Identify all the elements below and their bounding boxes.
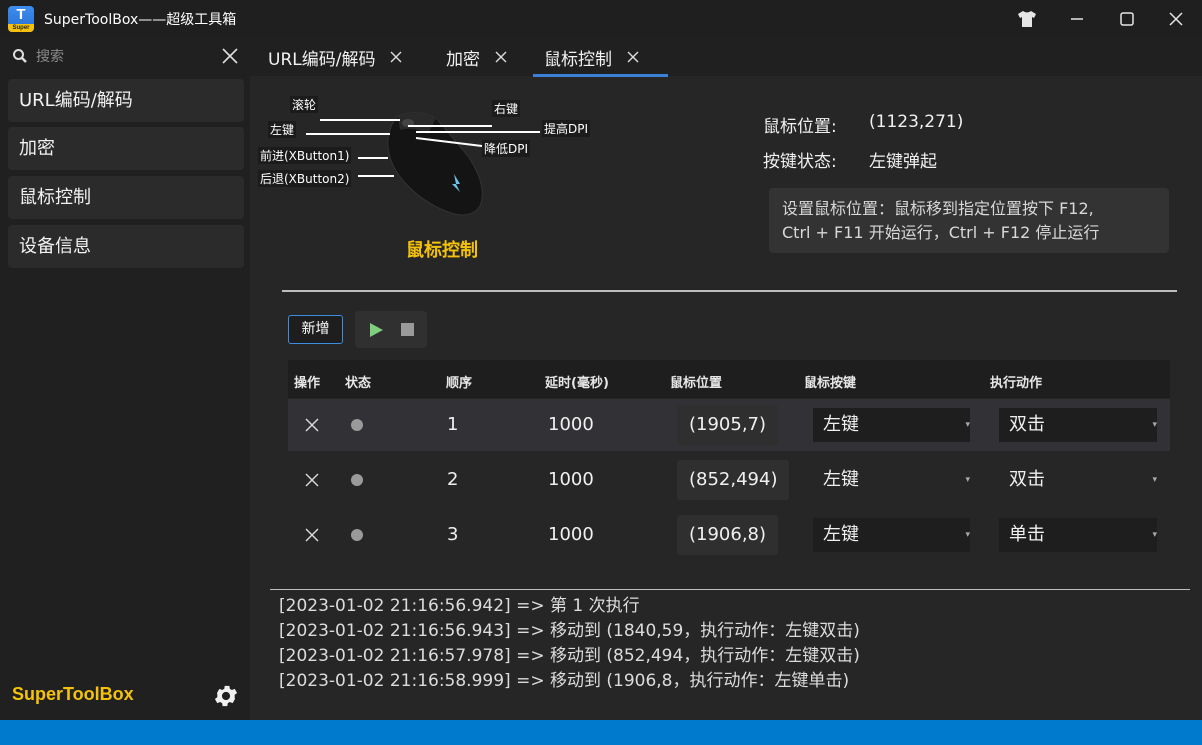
select-value: 左键 [823,524,859,545]
label-dpi-down: 降低DPI [482,140,531,157]
delete-row-icon[interactable] [305,473,319,487]
header-op: 操作 [294,376,321,391]
status-bar [0,720,1202,745]
brand-label: SuperToolBox [12,684,134,704]
tab-mouse[interactable]: 鼠标控制 [544,38,640,76]
close-icon[interactable] [1162,5,1190,33]
log-line: [2023-01-02 21:16:58.999] => 移动到 (1906,8… [279,671,850,691]
log-line: [2023-01-02 21:16:56.943] => 移动到 (1840,5… [279,621,860,641]
select-value: 双击 [1009,414,1045,435]
action-select[interactable]: 单击 ▾ [999,518,1157,552]
select-value: 双击 [1009,469,1045,490]
sidebar-item-mouse[interactable]: 鼠标控制 [8,176,244,219]
order-cell: 2 [447,469,459,490]
close-tab-icon[interactable] [626,50,640,64]
position-value: (1123,271) [869,112,964,132]
tab-encrypt[interactable]: 加密 [446,38,508,76]
position-label: 鼠标位置: [763,117,837,137]
header-order: 顺序 [446,376,473,391]
label-left: 左键 [268,121,297,138]
divider [282,290,1177,292]
position-cell[interactable]: (852,494) [677,460,790,500]
hint-box: 设置鼠标位置：鼠标移到指定位置按下 F12, Ctrl + F11 开始运行，C… [769,188,1169,253]
action-select[interactable]: 双击 ▾ [999,408,1157,442]
app-logo: T Super [8,6,34,32]
log-line: [2023-01-02 21:16:57.978] => 移动到 (852,49… [279,646,860,666]
status-dot [351,474,363,486]
close-tab-icon[interactable] [389,50,403,64]
sidebar-item-url[interactable]: URL编码/解码 [8,79,244,122]
order-cell: 3 [447,524,459,545]
delete-row-icon[interactable] [305,418,319,432]
play-icon[interactable] [368,322,384,338]
log-line: [2023-01-02 21:16:56.942] => 第 1 次执行 [279,596,640,616]
order-cell: 1 [447,414,459,435]
select-value: 左键 [823,414,859,435]
header-delay: 延时(毫秒) [545,376,609,391]
clear-search-icon[interactable] [218,44,242,68]
chevron-down-icon: ▾ [1152,530,1157,540]
add-button[interactable]: 新增 [288,315,343,344]
button-select[interactable]: 左键 ▾ [813,408,970,442]
button-select[interactable]: 左键 ▾ [813,518,970,552]
logo-letter: T [16,6,26,23]
chevron-down-icon: ▾ [965,475,970,485]
label-back: 后退(XButton2) [258,170,352,187]
chevron-down-icon: ▾ [965,530,970,540]
header-status: 状态 [345,376,372,391]
hint-line: 设置鼠标位置：鼠标移到指定位置按下 F12, [782,199,1094,218]
tab-label: 加密 [446,49,480,70]
gear-icon[interactable] [212,682,240,710]
chevron-down-icon: ▾ [1152,420,1157,430]
chevron-down-icon: ▾ [1152,475,1157,485]
label-right: 右键 [492,100,521,117]
select-value: 单击 [1009,524,1045,545]
state-label: 按键状态: [763,152,837,172]
mouse-caption: 鼠标控制 [406,240,478,260]
button-select[interactable]: 左键 ▾ [813,463,970,497]
delay-cell[interactable]: 1000 [548,414,594,435]
skin-icon[interactable] [1013,5,1041,33]
minimize-icon[interactable] [1063,5,1091,33]
header-pos: 鼠标位置 [670,376,723,391]
window-title: SuperToolBox——超级工具箱 [44,12,237,28]
status-dot [351,529,363,541]
label-dpi-up: 提高DPI [542,120,591,137]
label-forward: 前进(XButton1) [258,147,352,164]
sidebar-item-device[interactable]: 设备信息 [8,225,244,268]
tab-label: URL编码/解码 [268,49,376,70]
search-input[interactable] [36,44,206,70]
hint-line: Ctrl + F11 开始运行，Ctrl + F12 停止运行 [782,223,1100,242]
tab-label: 鼠标控制 [544,49,612,70]
chevron-down-icon: ▾ [965,420,970,430]
delete-row-icon[interactable] [305,528,319,542]
header-action: 执行动作 [990,376,1043,391]
divider [270,589,1190,590]
run-controls [355,311,427,348]
position-cell[interactable]: (1906,8) [677,515,779,555]
sidebar-item-encrypt[interactable]: 加密 [8,127,244,170]
header-button: 鼠标按键 [804,376,857,391]
status-dot [351,419,363,431]
delay-cell[interactable]: 1000 [548,469,594,490]
close-tab-icon[interactable] [494,50,508,64]
label-wheel: 滚轮 [290,96,319,113]
logo-sub: Super [8,24,34,32]
search-icon [12,48,28,68]
delay-cell[interactable]: 1000 [548,524,594,545]
tab-url[interactable]: URL编码/解码 [268,38,403,76]
stop-icon[interactable] [401,323,414,336]
maximize-icon[interactable] [1113,5,1141,33]
active-tab-indicator [533,74,668,77]
position-cell[interactable]: (1905,7) [677,405,779,445]
select-value: 左键 [823,469,859,490]
action-select[interactable]: 双击 ▾ [999,463,1157,497]
state-value: 左键弹起 [869,152,937,172]
